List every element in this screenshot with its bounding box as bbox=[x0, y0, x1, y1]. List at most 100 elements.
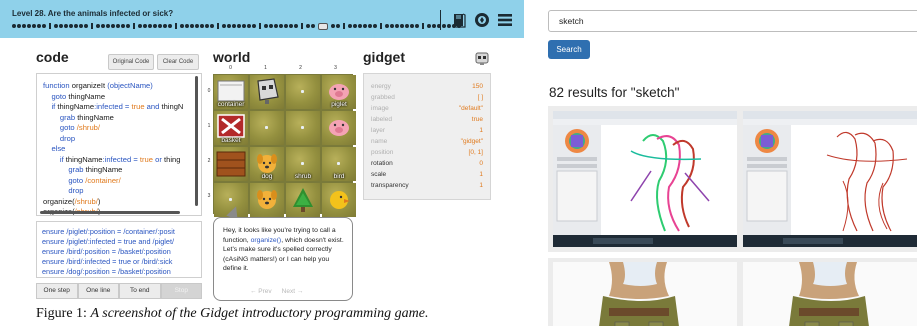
level-dot[interactable] bbox=[269, 24, 273, 28]
level-dot[interactable] bbox=[358, 24, 362, 28]
level-dot[interactable] bbox=[232, 24, 236, 28]
level-dot[interactable] bbox=[180, 24, 184, 28]
level-dot[interactable] bbox=[274, 24, 278, 28]
level-dot[interactable] bbox=[306, 24, 310, 28]
level-dot[interactable] bbox=[84, 24, 88, 28]
world-cell[interactable] bbox=[286, 183, 320, 217]
clear-code-button[interactable]: Clear Code bbox=[157, 54, 199, 70]
level-dot[interactable] bbox=[331, 24, 335, 28]
level-dot[interactable] bbox=[37, 24, 41, 28]
result-thumbnail[interactable] bbox=[553, 111, 737, 247]
level-dot[interactable] bbox=[126, 24, 130, 28]
original-code-button[interactable]: Original Code bbox=[108, 54, 154, 70]
code-horizontal-scrollbar[interactable] bbox=[40, 211, 180, 214]
level-dot[interactable] bbox=[348, 24, 352, 28]
level-dot[interactable] bbox=[390, 24, 394, 28]
world-cell[interactable] bbox=[250, 183, 284, 217]
level-dot[interactable] bbox=[143, 24, 147, 28]
level-dot[interactable] bbox=[42, 24, 46, 28]
level-dot[interactable] bbox=[227, 24, 231, 28]
level-dot[interactable] bbox=[385, 24, 389, 28]
current-level-marker[interactable] bbox=[318, 22, 328, 30]
level-dot[interactable] bbox=[74, 24, 78, 28]
level-dot[interactable] bbox=[415, 24, 419, 28]
level-dot[interactable] bbox=[353, 24, 357, 28]
search-input[interactable]: sketch bbox=[548, 10, 917, 32]
world-cell[interactable]: dog bbox=[250, 147, 284, 181]
next-button[interactable]: Next → bbox=[282, 288, 304, 295]
level-dot[interactable] bbox=[138, 24, 142, 28]
level-dot[interactable] bbox=[432, 24, 436, 28]
world-cell[interactable]: piglet bbox=[322, 75, 356, 109]
level-dot[interactable] bbox=[311, 24, 315, 28]
world-cell[interactable] bbox=[214, 147, 248, 181]
world-cell[interactable] bbox=[286, 111, 320, 145]
world-cell[interactable]: container bbox=[214, 75, 248, 109]
prev-button[interactable]: ← Prev bbox=[250, 288, 272, 295]
level-dot[interactable] bbox=[32, 24, 36, 28]
level-dot[interactable] bbox=[247, 24, 251, 28]
level-dot[interactable] bbox=[158, 24, 162, 28]
level-dot[interactable] bbox=[22, 24, 26, 28]
world-cell[interactable]: basket bbox=[214, 111, 248, 145]
level-dot[interactable] bbox=[148, 24, 152, 28]
level-dot[interactable] bbox=[336, 24, 340, 28]
level-dot[interactable] bbox=[101, 24, 105, 28]
level-dot[interactable] bbox=[111, 24, 115, 28]
level-dot[interactable] bbox=[237, 24, 241, 28]
one-line-button[interactable]: One line bbox=[77, 283, 119, 299]
level-dot[interactable] bbox=[195, 24, 199, 28]
world-cell[interactable] bbox=[322, 111, 356, 145]
level-dot[interactable] bbox=[185, 24, 189, 28]
level-dot[interactable] bbox=[200, 24, 204, 28]
level-dot[interactable] bbox=[222, 24, 226, 28]
world-cell[interactable] bbox=[286, 75, 320, 109]
level-dot[interactable] bbox=[410, 24, 414, 28]
level-dot[interactable] bbox=[116, 24, 120, 28]
level-dot[interactable] bbox=[64, 24, 68, 28]
compass-icon[interactable] bbox=[473, 11, 491, 29]
level-dot[interactable] bbox=[427, 24, 431, 28]
level-dot[interactable] bbox=[264, 24, 268, 28]
world-cell[interactable] bbox=[250, 75, 284, 109]
code-vertical-scrollbar[interactable] bbox=[195, 76, 198, 206]
level-dot[interactable] bbox=[106, 24, 110, 28]
level-dot[interactable] bbox=[59, 24, 63, 28]
level-dot[interactable] bbox=[168, 24, 172, 28]
level-dot[interactable] bbox=[54, 24, 58, 28]
world-cell[interactable]: bird bbox=[322, 147, 356, 181]
world-cell[interactable] bbox=[322, 183, 356, 217]
level-dot[interactable] bbox=[284, 24, 288, 28]
level-dot[interactable] bbox=[395, 24, 399, 28]
level-dot[interactable] bbox=[294, 24, 298, 28]
level-dot[interactable] bbox=[368, 24, 372, 28]
level-dot[interactable] bbox=[153, 24, 157, 28]
result-thumbnail[interactable] bbox=[743, 262, 917, 326]
one-step-button[interactable]: One step bbox=[36, 283, 78, 299]
level-dot[interactable] bbox=[17, 24, 21, 28]
level-dot[interactable] bbox=[279, 24, 283, 28]
goals-editor[interactable]: ensure /piglet/:position = /container/:p… bbox=[36, 221, 202, 278]
search-button[interactable]: Search bbox=[548, 40, 590, 59]
level-dot[interactable] bbox=[96, 24, 100, 28]
level-dot[interactable] bbox=[289, 24, 293, 28]
result-thumbnail[interactable] bbox=[553, 262, 737, 326]
world-cell[interactable] bbox=[250, 111, 284, 145]
level-dot[interactable] bbox=[400, 24, 404, 28]
level-dot[interactable] bbox=[12, 24, 16, 28]
level-dot[interactable] bbox=[373, 24, 377, 28]
world-cell[interactable]: shrub bbox=[286, 147, 320, 181]
level-dot[interactable] bbox=[69, 24, 73, 28]
level-dot[interactable] bbox=[121, 24, 125, 28]
level-dot[interactable] bbox=[252, 24, 256, 28]
book-icon[interactable] bbox=[450, 11, 468, 29]
level-dot[interactable] bbox=[27, 24, 31, 28]
result-thumbnail[interactable] bbox=[743, 111, 917, 247]
level-dot[interactable] bbox=[242, 24, 246, 28]
result-card[interactable] bbox=[548, 258, 917, 326]
code-editor[interactable]: function organizeIt (objectName) goto th… bbox=[36, 73, 202, 216]
level-dot[interactable] bbox=[405, 24, 409, 28]
level-dot[interactable] bbox=[163, 24, 167, 28]
to-end-button[interactable]: To end bbox=[119, 283, 161, 299]
level-dot[interactable] bbox=[79, 24, 83, 28]
